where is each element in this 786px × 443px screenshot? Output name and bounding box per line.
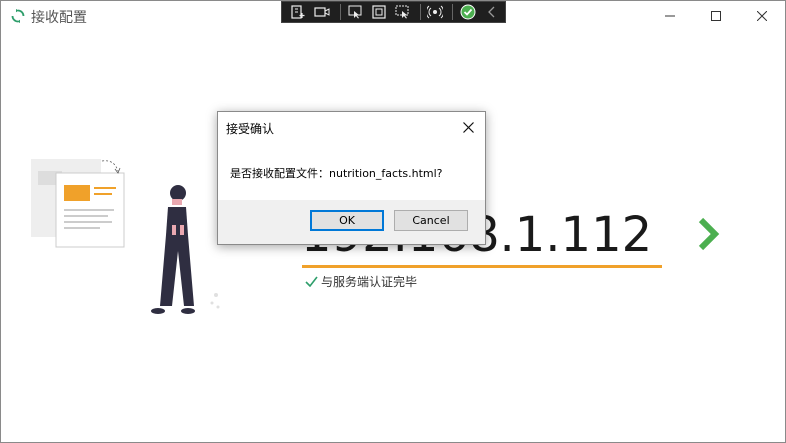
dialog-message: 是否接收配置文件：nutrition_facts.html? bbox=[230, 167, 443, 180]
next-arrow-icon[interactable] bbox=[695, 216, 725, 252]
dialog-title: 接受确认 bbox=[226, 122, 275, 136]
ok-button[interactable]: OK bbox=[310, 210, 384, 231]
close-icon bbox=[757, 11, 767, 21]
dialog-close-button[interactable] bbox=[457, 116, 479, 138]
toolbar-divider bbox=[339, 4, 341, 20]
window-title: 接收配置 bbox=[31, 10, 87, 26]
close-button[interactable] bbox=[739, 1, 785, 31]
dialog-footer: OK Cancel bbox=[218, 200, 485, 244]
minimize-icon bbox=[665, 15, 675, 17]
add-selection-icon[interactable] bbox=[288, 3, 309, 21]
collapse-icon[interactable] bbox=[481, 3, 502, 21]
toolbar-divider bbox=[452, 4, 454, 20]
minimize-button[interactable] bbox=[647, 1, 693, 31]
cancel-button[interactable]: Cancel bbox=[394, 210, 468, 231]
ok-icon[interactable] bbox=[457, 3, 478, 21]
region-select-icon[interactable] bbox=[392, 3, 413, 21]
pointer-icon[interactable] bbox=[344, 3, 365, 21]
app-window: 接收配置 与服务端认证完毕 接受确认 是否接收配置文件：nutrition_fa… bbox=[0, 0, 786, 443]
audio-icon[interactable] bbox=[425, 3, 446, 21]
capture-toolbar bbox=[281, 1, 506, 23]
sync-icon bbox=[11, 9, 25, 23]
status-text: 与服务端认证完毕 bbox=[321, 275, 418, 289]
status-row: 与服务端认证完毕 bbox=[305, 273, 417, 290]
check-icon bbox=[305, 276, 318, 287]
ip-underline bbox=[302, 265, 662, 268]
window-select-icon[interactable] bbox=[368, 3, 389, 21]
maximize-button[interactable] bbox=[693, 1, 739, 31]
toolbar-divider bbox=[419, 4, 421, 20]
video-icon[interactable] bbox=[312, 3, 333, 21]
close-icon bbox=[462, 121, 474, 133]
confirm-dialog: 接受确认 是否接收配置文件：nutrition_facts.html? OK C… bbox=[217, 111, 486, 245]
maximize-icon bbox=[711, 11, 721, 21]
transfer-illustration bbox=[31, 159, 220, 314]
